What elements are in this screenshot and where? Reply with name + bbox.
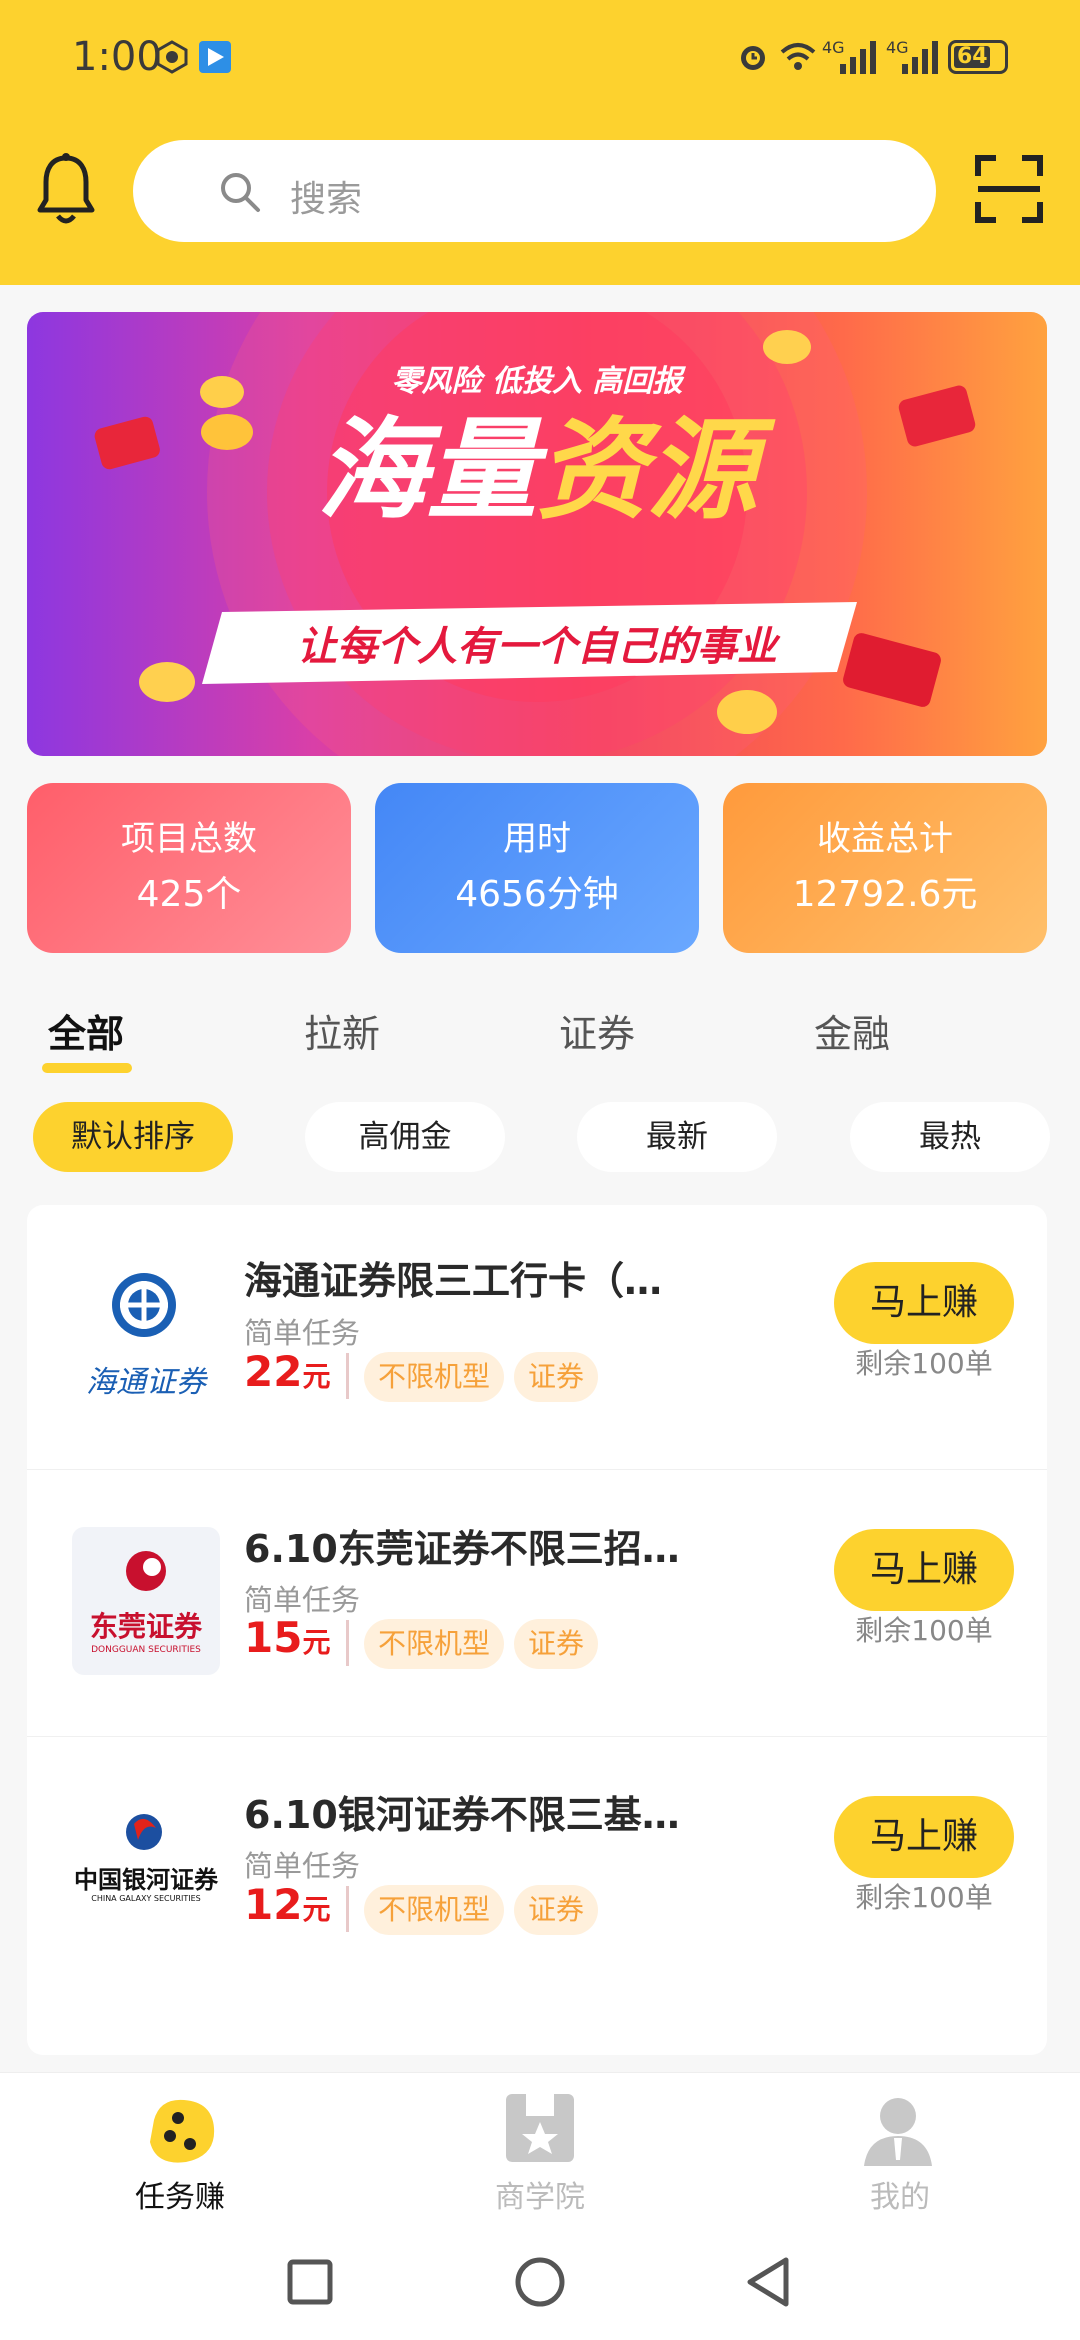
bell-icon[interactable] xyxy=(36,152,96,228)
nav-tasks-icon[interactable] xyxy=(140,2090,224,2174)
item-tag: 证券 xyxy=(514,1352,599,1402)
item-subtitle: 简单任务 xyxy=(244,1316,361,1350)
banner-title-b: 资源 xyxy=(537,406,757,534)
wifi-icon xyxy=(778,38,818,72)
item-tag: 不限机型 xyxy=(364,1885,505,1935)
haitong-logo: 海通证券 xyxy=(72,1247,220,1400)
stat-value: 12792.6元 xyxy=(792,874,978,915)
tab-new-users[interactable]: 拉新 xyxy=(304,1003,380,1058)
item-tag: 不限机型 xyxy=(364,1352,505,1402)
tab-all[interactable]: 全部 xyxy=(48,1003,124,1058)
item-price: 15 xyxy=(244,1613,303,1662)
sort-commission-chip[interactable]: 高佣金 xyxy=(305,1102,505,1172)
item-remaining: 剩余100单 xyxy=(855,1347,993,1380)
divider xyxy=(346,1620,349,1666)
stat-label: 项目总数 xyxy=(121,819,257,859)
sort-default-chip[interactable]: 默认排序 xyxy=(33,1102,233,1172)
recent-apps-icon[interactable] xyxy=(286,2258,334,2306)
status-time: 1:00 xyxy=(72,34,162,80)
earn-now-button[interactable]: 马上赚 xyxy=(834,1529,1014,1611)
sort-latest-chip[interactable]: 最新 xyxy=(577,1102,777,1172)
scan-icon[interactable] xyxy=(974,154,1044,224)
item-price-unit: 元 xyxy=(302,1893,331,1926)
home-icon[interactable] xyxy=(514,2256,566,2308)
stat-value: 4656分钟 xyxy=(455,874,619,915)
sort-hot-chip[interactable]: 最热 xyxy=(850,1102,1050,1172)
divider xyxy=(346,1886,349,1932)
item-price-unit: 元 xyxy=(302,1360,331,1393)
nav-profile-label[interactable]: 我的 xyxy=(800,2172,1000,2216)
tab-indicator xyxy=(42,1063,132,1073)
item-price: 22 xyxy=(244,1347,303,1396)
item-remaining: 剩余100单 xyxy=(855,1614,993,1647)
stat-card-projects: 项目总数 425个 xyxy=(27,783,351,953)
search-placeholder: 搜索 xyxy=(290,179,363,220)
earn-now-button[interactable]: 马上赚 xyxy=(834,1796,1014,1878)
item-remaining: 剩余100单 xyxy=(855,1881,993,1914)
battery-icon: 64 xyxy=(948,40,1008,74)
divider xyxy=(346,1353,349,1399)
app-notification-icon xyxy=(198,40,232,74)
stat-label: 用时 xyxy=(503,819,571,859)
banner-title-a: 海量 xyxy=(317,406,537,534)
logo-subtext: CHINA GALAXY SECURITIES xyxy=(91,1894,201,1903)
nav-academy-icon[interactable] xyxy=(502,2090,578,2166)
logo-text: 海通证券 xyxy=(86,1365,206,1400)
item-title: 海通证券限三工行卡（… xyxy=(244,1259,663,1303)
logo-subtext: DONGGUAN SECURITIES xyxy=(91,1645,201,1655)
item-tag: 证券 xyxy=(514,1885,599,1935)
item-tag: 证券 xyxy=(514,1619,599,1669)
battery-level: 64 xyxy=(957,44,988,69)
item-title: 6.10东莞证券不限三招… xyxy=(244,1527,680,1571)
item-subtitle: 简单任务 xyxy=(244,1849,361,1883)
back-icon[interactable] xyxy=(744,2256,792,2308)
item-tag: 不限机型 xyxy=(364,1619,505,1669)
banner-ribbon-text: 让每个人有一个自己的事业 xyxy=(297,624,777,670)
logo-text: 中国银河证券 xyxy=(74,1866,218,1894)
item-price: 12 xyxy=(244,1880,303,1929)
item-price-unit: 元 xyxy=(302,1626,331,1659)
item-title: 6.10银河证券不限三基… xyxy=(244,1793,680,1837)
stat-card-time: 用时 4656分钟 xyxy=(375,783,699,953)
stat-card-earnings: 收益总计 12792.6元 xyxy=(723,783,1047,953)
earn-now-button[interactable]: 马上赚 xyxy=(834,1262,1014,1344)
search-icon xyxy=(218,170,262,214)
stat-label: 收益总计 xyxy=(817,819,953,859)
logo-text: 东莞证券 xyxy=(89,1610,202,1643)
signal-icon xyxy=(900,40,940,74)
promo-banner[interactable]: 零风险 低投入 高回报 海量资源 让每个人有一个自己的事业 xyxy=(27,312,1047,756)
banner-slogan: 零风险 低投入 高回报 xyxy=(391,364,683,399)
stat-value: 425个 xyxy=(136,874,242,915)
alarm-icon xyxy=(735,38,771,72)
tab-finance[interactable]: 金融 xyxy=(814,1003,890,1058)
nav-tasks-label[interactable]: 任务赚 xyxy=(80,2172,280,2216)
dongguan-logo: 东莞证券 DONGGUAN SECURITIES xyxy=(72,1527,220,1675)
signal-icon xyxy=(838,40,878,74)
nav-profile-icon[interactable] xyxy=(860,2090,936,2166)
tab-securities[interactable]: 证券 xyxy=(559,1003,635,1058)
vpn-icon xyxy=(155,40,189,74)
galaxy-logo: 中国银河证券 CHINA GALAXY SECURITIES xyxy=(72,1794,220,1942)
nav-academy-label[interactable]: 商学院 xyxy=(440,2172,640,2216)
